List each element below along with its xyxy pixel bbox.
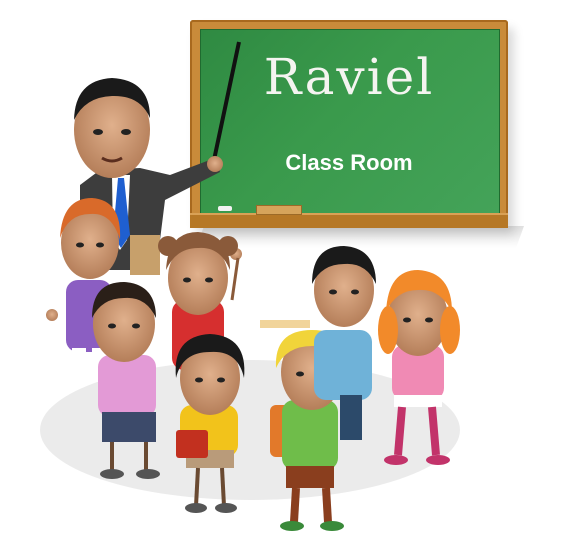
student-pink-shirt	[92, 282, 160, 479]
figures-layer	[46, 41, 460, 531]
student-yellow-shirt	[175, 334, 245, 513]
teacher-hand	[207, 156, 223, 172]
ruler-icon	[260, 320, 310, 328]
teacher-pants	[130, 235, 160, 275]
bag-icon	[176, 430, 208, 458]
classroom-illustration: Raviel Class Room	[0, 0, 561, 557]
student-orange-pigtails	[378, 270, 460, 465]
pointer-stick	[212, 41, 241, 161]
